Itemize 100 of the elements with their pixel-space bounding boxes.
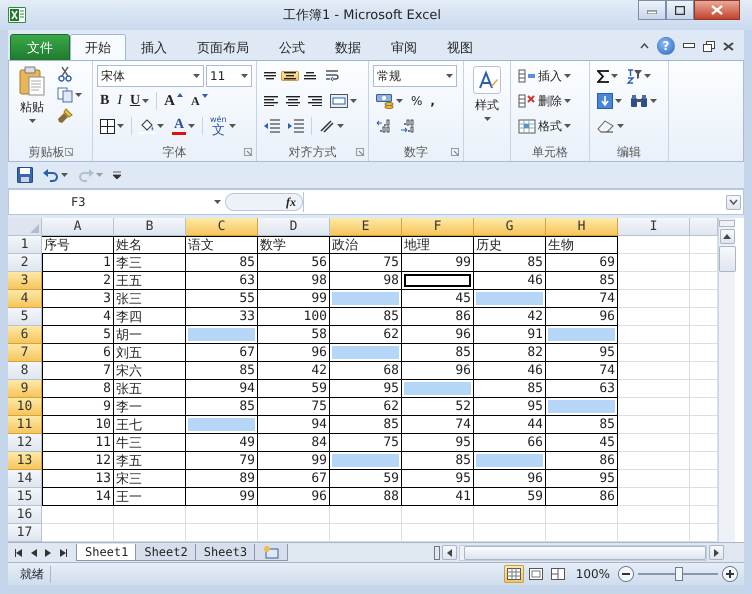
customize-toolbar-button[interactable] [110,170,124,180]
column-header[interactable]: D [258,218,330,236]
shrink-font-button[interactable]: A [188,92,211,110]
table-cell: 13 [42,470,114,488]
table-cell: 59 [474,488,546,506]
column-header[interactable]: C [186,218,258,236]
ribbon-tab[interactable]: 视图 [432,34,488,60]
column-header[interactable]: I [618,218,690,236]
column-header[interactable]: A [42,218,114,236]
increase-indent-button[interactable] [285,118,307,134]
fill-button[interactable] [594,92,625,110]
vertical-align-button[interactable] [261,71,279,81]
underline-button[interactable]: U [127,92,152,110]
scroll-thumb[interactable] [464,546,706,560]
table-cell: 王一 [114,488,186,506]
center-button[interactable] [283,94,303,108]
scroll-right-button[interactable] [709,545,724,560]
styles-button[interactable]: 样式 [468,65,506,143]
paste-button[interactable]: 粘贴 [13,65,51,143]
minimize-button[interactable] [638,0,666,20]
merge-button[interactable] [327,93,360,109]
number-format-field[interactable]: 常规 [373,65,457,87]
bold-button[interactable]: B [97,92,112,110]
zoom-out-button[interactable] [618,566,634,582]
binoculars-icon [630,94,648,108]
font-size-field[interactable]: 11 [206,65,252,87]
align-right-button[interactable] [305,94,325,108]
grow-font-button[interactable]: A [161,92,186,110]
table-cell: 历史 [474,236,546,254]
column-header[interactable]: B [114,218,186,236]
view-button[interactable] [504,565,524,583]
ribbon-tab[interactable]: 数据 [320,34,376,60]
row-header[interactable]: 11 [8,416,42,434]
row-header[interactable]: 16 [8,506,42,524]
row-header[interactable]: 6 [8,326,42,344]
sheet-nav-button[interactable] [12,548,25,558]
vertical-align-button[interactable] [281,71,299,81]
ribbon-tab[interactable]: 公式 [264,34,320,60]
sheet-nav-button[interactable] [57,548,70,558]
cells-menu-button[interactable]: 格式 [515,116,574,136]
sheet-tab[interactable]: Sheet1 [76,544,138,561]
ribbon-tab[interactable]: 插入 [126,34,182,60]
sheet-tab[interactable]: Sheet2 [135,544,197,561]
row-header[interactable]: 4 [8,290,42,308]
cells-menu-button[interactable]: 删除 [515,92,574,110]
select-all-icon [30,224,39,233]
table-cell: 46 [474,362,546,380]
column-header[interactable]: H [546,218,618,236]
row-header[interactable]: 17 [8,524,42,542]
column-header[interactable]: F [402,218,474,236]
table-cell: 95 [546,344,618,362]
split-handle[interactable] [434,546,440,560]
percent-button[interactable]: % [408,93,426,109]
autosum-button[interactable] [594,68,621,84]
row-header[interactable]: 5 [8,308,42,326]
caret-icon [611,74,618,78]
fill-color-button[interactable] [136,117,167,135]
new-sheet-button[interactable] [254,544,288,561]
vertical-align-button[interactable] [301,71,319,81]
cells-menu-button[interactable]: 插入 [515,66,574,86]
sheet-tab[interactable]: Sheet3 [194,544,256,561]
row-header[interactable]: 1 [8,236,42,254]
column-header[interactable]: E [330,218,402,236]
borders-button[interactable] [97,118,127,134]
phonetic-button[interactable]: wén 文 [207,114,239,138]
expand-formula-button[interactable] [726,194,741,210]
scroll-up-button[interactable] [720,229,734,244]
row-header[interactable]: 14 [8,470,42,488]
row-header[interactable]: 12 [8,434,42,452]
column-header[interactable]: G [474,218,546,236]
save-button[interactable] [14,166,36,184]
close-button[interactable] [694,0,740,20]
ribbon-tab[interactable]: 开始 [70,34,126,60]
row-header[interactable]: 15 [8,488,42,506]
comma-style-button[interactable]: , [427,93,438,109]
italic-button[interactable]: I [114,92,126,110]
ribbon-tab[interactable]: 文件 [10,34,70,60]
scroll-left-button[interactable] [442,545,457,560]
row-header[interactable]: 7 [8,344,42,362]
row-header[interactable]: 10 [8,398,42,416]
scroll-thumb[interactable] [718,246,736,272]
minimize-icon [683,43,695,49]
split-handle[interactable] [719,220,735,227]
row-header[interactable]: 9 [8,380,42,398]
ribbon-tab[interactable]: 审阅 [376,34,432,60]
insert-function-button[interactable]: fx [225,193,303,211]
currency-button[interactable] [373,92,406,110]
align-center-icon [286,96,300,106]
ribbon-tab[interactable]: 页面布局 [182,34,264,60]
font-color-button[interactable]: A [169,116,198,136]
row-header[interactable]: 3 [8,272,42,290]
row-header[interactable]: 13 [8,452,42,470]
row-header[interactable]: 8 [8,362,42,380]
row-header[interactable]: 2 [8,254,42,272]
zoom-in-button[interactable] [722,566,738,582]
table-cell: 75 [330,434,402,452]
maximize-button[interactable] [666,0,694,20]
zoom-slider-thumb[interactable] [675,567,683,581]
align-left-button[interactable] [261,94,281,108]
font-name-field[interactable]: 宋体 [97,65,204,87]
